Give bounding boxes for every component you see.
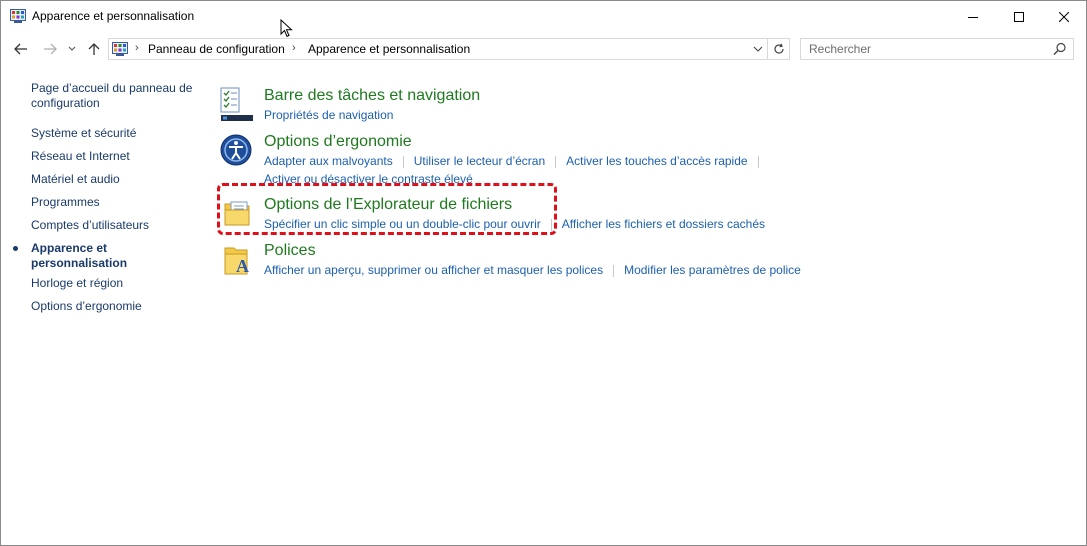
- nav-label: Apparence et: [31, 241, 108, 255]
- link-font-settings[interactable]: Modifier les paramètres de police: [624, 263, 801, 277]
- nav-clock-region[interactable]: Horloge et région: [31, 276, 123, 291]
- close-icon: [1059, 11, 1069, 22]
- navigation-bar: › Panneau de configuration › Apparence e…: [1, 37, 1086, 61]
- category-title-ease-of-access[interactable]: Options d’ergonomie: [264, 133, 412, 151]
- link-separator: [555, 155, 557, 168]
- category-links: Afficher un aperçu, supprimer ou affiche…: [264, 263, 801, 277]
- nav-appearance-current: Apparence et personnalisation: [13, 241, 128, 271]
- search-input[interactable]: [801, 39, 1041, 59]
- search-box[interactable]: [800, 38, 1074, 60]
- refresh-button[interactable]: [768, 38, 790, 60]
- nav-control-panel-home[interactable]: Page d’accueil du panneau de configurati…: [31, 81, 192, 111]
- chevron-right-icon[interactable]: ›: [135, 42, 139, 54]
- taskbar-icon: [220, 87, 253, 121]
- control-panel-icon: [10, 9, 26, 23]
- fonts-folder-icon: A: [224, 247, 249, 276]
- link-separator: [757, 155, 759, 168]
- nav-programs[interactable]: Programmes: [31, 195, 100, 210]
- nav-hardware-sound[interactable]: Matériel et audio: [31, 172, 120, 187]
- link-separator: [613, 264, 615, 277]
- control-panel-window: Apparence et personnalisation › Panneau …: [0, 0, 1087, 546]
- forward-button[interactable]: [40, 37, 60, 61]
- ease-of-access-icon: [220, 134, 252, 166]
- svg-text:A: A: [236, 256, 249, 276]
- refresh-icon: [773, 43, 784, 54]
- close-button[interactable]: [1041, 1, 1087, 32]
- link-show-hidden-files[interactable]: Afficher les fichiers et dossiers cachés: [562, 217, 765, 231]
- category-links: Adapter aux malvoyants Utiliser le lecteu…: [264, 154, 769, 168]
- category-title-fonts[interactable]: Polices: [264, 242, 316, 260]
- up-arrow-icon: [88, 43, 100, 55]
- control-panel-icon: [112, 42, 128, 56]
- link-screen-reader[interactable]: Utiliser le lecteur d’écran: [414, 154, 545, 168]
- address-history-dropdown[interactable]: [749, 41, 767, 57]
- nav-label: Page d’accueil du panneau de: [31, 81, 193, 95]
- back-button[interactable]: [11, 37, 31, 61]
- search-icon[interactable]: [1053, 42, 1067, 56]
- maximize-button[interactable]: [996, 1, 1042, 32]
- minimize-button[interactable]: [950, 1, 996, 32]
- category-links: Propriétés de navigation: [264, 108, 393, 122]
- address-bar[interactable]: › Panneau de configuration › Apparence e…: [108, 38, 768, 60]
- recent-locations-button[interactable]: [65, 37, 79, 61]
- link-separator: [402, 155, 404, 168]
- link-preview-delete-fonts[interactable]: Afficher un aperçu, supprimer ou affiche…: [264, 263, 603, 277]
- maximize-icon: [1014, 11, 1024, 22]
- nav-label: configuration: [31, 96, 100, 110]
- minimize-icon: [968, 16, 978, 18]
- mouse-cursor-icon: [280, 19, 293, 38]
- breadcrumb-control-panel[interactable]: Panneau de configuration: [148, 42, 285, 56]
- link-shortcut-keys[interactable]: Activer les touches d’accès rapide: [566, 154, 747, 168]
- chevron-down-icon: [753, 46, 763, 52]
- nav-network-internet[interactable]: Réseau et Internet: [31, 149, 130, 164]
- nav-user-accounts[interactable]: Comptes d’utilisateurs: [31, 218, 149, 233]
- nav-ease-of-access[interactable]: Options d’ergonomie: [31, 299, 142, 314]
- breadcrumb-appearance[interactable]: Apparence et personnalisation: [308, 42, 470, 56]
- category-title-taskbar[interactable]: Barre des tâches et navigation: [264, 87, 480, 105]
- current-bullet-icon: [13, 246, 18, 251]
- window-title: Apparence et personnalisation: [32, 9, 195, 23]
- nav-label: personnalisation: [31, 256, 128, 270]
- back-arrow-icon: [14, 43, 27, 55]
- forward-arrow-icon: [44, 43, 57, 55]
- title-bar: Apparence et personnalisation: [1, 1, 1086, 32]
- link-adapt-visually-impaired[interactable]: Adapter aux malvoyants: [264, 154, 393, 168]
- up-button[interactable]: [85, 37, 103, 61]
- link-navigation-properties[interactable]: Propriétés de navigation: [264, 108, 393, 122]
- chevron-down-icon: [68, 46, 76, 51]
- highlight-annotation: [217, 183, 557, 235]
- chevron-right-icon[interactable]: ›: [292, 42, 296, 54]
- nav-system-security[interactable]: Système et sécurité: [31, 126, 136, 141]
